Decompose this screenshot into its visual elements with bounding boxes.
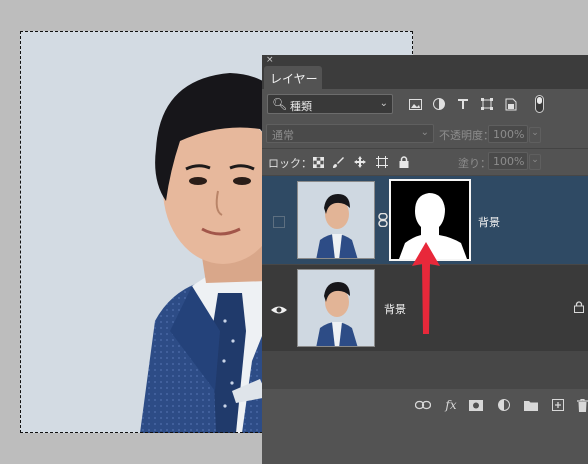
visibility-toggle-hidden[interactable] (273, 216, 285, 228)
adjustment-filter-icon[interactable] (432, 97, 446, 111)
shape-filter-icon[interactable] (480, 97, 494, 111)
chevron-down-icon[interactable]: ⌄ (529, 127, 541, 143)
filter-kind-dropdown[interactable]: 🔍︎ 種類 ⌄ (267, 94, 393, 114)
add-mask-icon[interactable] (468, 398, 484, 412)
lock-image-pixels-icon[interactable] (332, 156, 344, 168)
chevron-down-icon[interactable]: ⌄ (529, 154, 541, 170)
layer-name[interactable]: 背景 (384, 301, 406, 317)
mask-link-icon[interactable] (378, 212, 388, 230)
lock-row: ロック： 塗り： 100% ⌄ (262, 148, 588, 174)
type-filter-icon[interactable] (456, 97, 470, 111)
search-icon: 🔍︎ (272, 97, 288, 111)
opacity-label: 不透明度： (439, 129, 494, 142)
eye-icon[interactable] (271, 304, 287, 318)
trash-icon[interactable] (576, 398, 588, 412)
portrait-thumbnail-image (316, 282, 358, 346)
adjustment-layer-icon[interactable] (496, 398, 512, 412)
panel-header: × レイヤー (262, 55, 588, 89)
annotation-arrow (412, 242, 440, 334)
fill-field[interactable]: 100% ⌄ (488, 152, 541, 170)
close-icon[interactable]: × (266, 56, 274, 65)
fill-value: 100% (493, 155, 525, 168)
smart-object-filter-icon[interactable] (504, 97, 518, 111)
layer-name[interactable]: 背景 (478, 214, 500, 230)
lock-label: ロック： (268, 157, 312, 170)
image-filter-icon[interactable] (408, 97, 422, 111)
layer-thumbnail[interactable] (297, 181, 375, 259)
link-layers-icon[interactable] (415, 398, 431, 412)
layer-lock-icon[interactable] (574, 301, 584, 316)
blend-row: 通常 ⌄ 不透明度： 100% ⌄ (262, 121, 588, 147)
tab-layers[interactable]: レイヤー (264, 66, 322, 89)
fill-label: 塗り： (458, 157, 491, 170)
panel-footer: fx (262, 389, 588, 464)
blend-mode-dropdown[interactable]: 通常 ⌄ (266, 124, 434, 143)
chevron-down-icon: ⌄ (420, 127, 429, 138)
filter-kind-value: 種類 (290, 100, 312, 113)
lock-transparent-pixels-icon[interactable] (312, 156, 324, 168)
lock-artboard-icon[interactable] (376, 156, 388, 168)
blend-mode-value: 通常 (272, 129, 294, 142)
new-group-icon[interactable] (523, 398, 539, 412)
lock-position-icon[interactable] (354, 156, 366, 168)
new-layer-icon[interactable] (550, 398, 566, 412)
opacity-value: 100% (493, 128, 525, 141)
fx-icon[interactable]: fx (442, 398, 460, 412)
portrait-thumbnail-image (316, 194, 358, 258)
lock-all-icon[interactable] (398, 156, 410, 168)
opacity-field[interactable]: 100% ⌄ (488, 125, 541, 143)
layer-thumbnail[interactable] (297, 269, 375, 347)
chevron-down-icon: ⌄ (379, 98, 388, 109)
filter-toggle-switch[interactable] (535, 95, 544, 113)
